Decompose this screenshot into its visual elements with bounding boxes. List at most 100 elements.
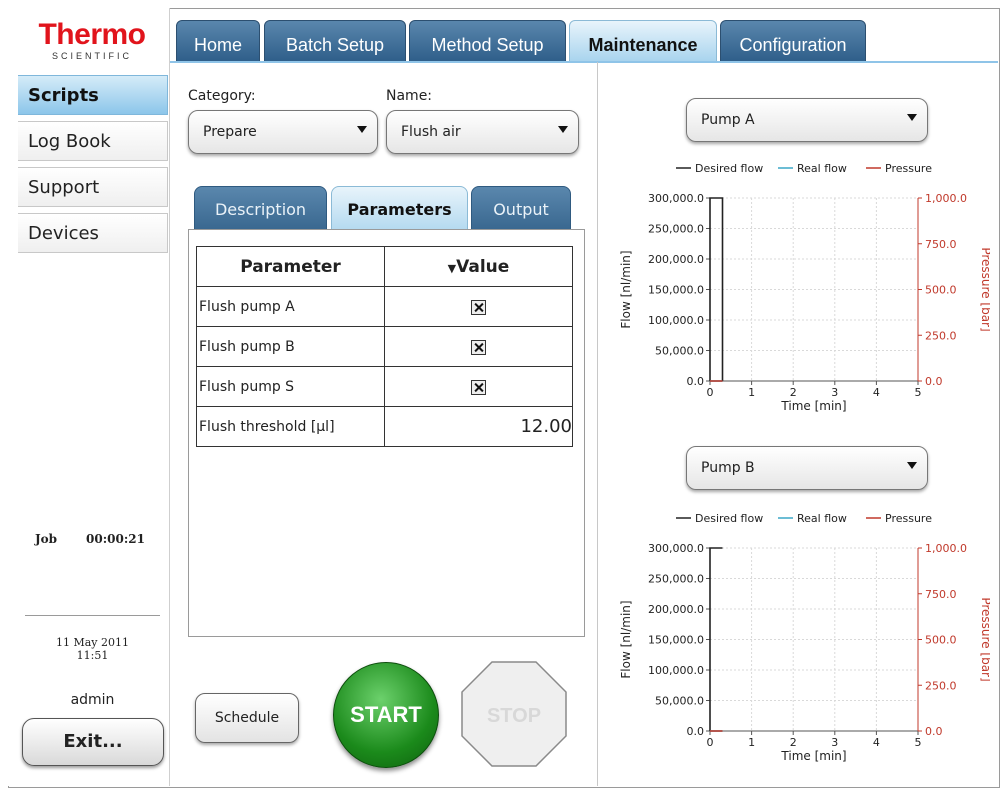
legend-entry: Pressure: [885, 512, 932, 525]
y-tick-label: 100,000.0: [648, 314, 704, 327]
tab-underline: [170, 61, 998, 63]
tab-configuration[interactable]: Configuration: [720, 20, 866, 62]
schedule-button[interactable]: Schedule: [195, 693, 299, 743]
y2-tick-label: 1,000.0: [925, 542, 967, 555]
y2-tick-label: 0.0: [925, 375, 943, 388]
sidebar-divider: [25, 615, 160, 616]
table-header-row: Parameter ▼Value: [196, 246, 573, 287]
sidebar-item-devices[interactable]: Devices: [18, 213, 168, 253]
x-tick-label: 5: [915, 736, 922, 749]
pump-a-chart: Desired flow Real flow Pressure 0.0 50,000.0…: [619, 162, 990, 413]
current-user: admin: [70, 692, 115, 708]
pump-a-select[interactable]: Pump A: [686, 98, 928, 142]
param-value-cell: [384, 366, 573, 407]
table-row: Flush pump S: [196, 366, 573, 407]
x-tick-label: 1: [748, 386, 755, 399]
tab-batch-setup[interactable]: Batch Setup: [264, 20, 406, 62]
flush-pump-a-checkbox[interactable]: [471, 300, 486, 315]
sidebar-item-label: Devices: [28, 223, 99, 244]
legend-entry: Desired flow: [695, 512, 763, 525]
table-row: Flush threshold [µl] 12.00: [196, 406, 573, 447]
x-tick-label: 0: [707, 386, 714, 399]
y-tick-label: 250,000.0: [648, 223, 704, 236]
name-label: Name:: [386, 88, 433, 104]
y2-tick-label: 500.0: [925, 284, 957, 297]
pump-b-select[interactable]: Pump B: [686, 446, 928, 490]
y2-axis-label: Pressure [bar]: [979, 597, 990, 681]
legend-entry: Pressure: [885, 162, 932, 175]
job-timer: 00:00:21: [86, 532, 145, 546]
y-tick-label: 150,000.0: [648, 284, 704, 297]
sidebar-item-support[interactable]: Support: [18, 167, 168, 207]
sidebar-item-log-book[interactable]: Log Book: [18, 121, 168, 161]
brand-subtitle: SCIENTIFIC: [51, 51, 132, 61]
y2-tick-label: 750.0: [925, 588, 957, 601]
column-header-parameter[interactable]: Parameter: [196, 246, 385, 287]
y-tick-label: 250,000.0: [648, 573, 704, 586]
y-tick-label: 300,000.0: [648, 542, 704, 555]
current-time: 11:51: [76, 649, 109, 662]
table-row: Flush pump A: [196, 286, 573, 327]
tab-method-setup[interactable]: Method Setup: [409, 20, 566, 62]
flush-pump-s-checkbox[interactable]: [471, 380, 486, 395]
y2-tick-label: 500.0: [925, 634, 957, 647]
sidebar-item-scripts[interactable]: Scripts: [18, 75, 168, 115]
category-label: Category:: [188, 88, 256, 104]
stop-button[interactable]: STOP: [461, 661, 567, 767]
param-name: Flush pump S: [196, 366, 385, 407]
flush-threshold-input[interactable]: 12.00: [384, 406, 573, 447]
y2-tick-label: 1,000.0: [925, 192, 967, 205]
y-tick-label: 100,000.0: [648, 664, 704, 677]
y-tick-label: 200,000.0: [648, 603, 704, 616]
tab-maintenance[interactable]: Maintenance: [569, 20, 717, 62]
stop-label: STOP: [487, 705, 541, 727]
param-name: Flush pump A: [196, 286, 385, 327]
param-name: Flush threshold [µl]: [196, 406, 385, 447]
param-value-cell: [384, 326, 573, 367]
column-header-value[interactable]: ▼Value: [384, 246, 573, 287]
flush-pump-b-checkbox[interactable]: [471, 340, 486, 355]
legend-entry: Real flow: [797, 162, 847, 175]
sort-down-icon: ▼: [447, 261, 457, 275]
x-tick-label: 5: [915, 386, 922, 399]
y-tick-label: 50,000.0: [655, 695, 704, 708]
chevron-down-icon: [558, 126, 568, 133]
brand-logo: Thermo SCIENTIFIC: [22, 20, 162, 72]
param-value-cell: [384, 286, 573, 327]
y2-tick-label: 250.0: [925, 679, 957, 692]
start-button[interactable]: START: [333, 662, 439, 768]
tab-parameters[interactable]: Parameters: [331, 186, 468, 230]
exit-button[interactable]: Exit...: [22, 718, 164, 766]
name-select[interactable]: Flush air: [386, 110, 579, 154]
x-tick-label: 2: [790, 386, 797, 399]
chevron-down-icon: [907, 462, 917, 469]
param-name: Flush pump B: [196, 326, 385, 367]
date-time: 11 May 2011 11:51: [25, 636, 160, 662]
tab-home[interactable]: Home: [176, 20, 260, 62]
legend-entry: Real flow: [797, 512, 847, 525]
tab-output[interactable]: Output: [471, 186, 571, 230]
tab-description[interactable]: Description: [194, 186, 327, 230]
chevron-down-icon: [357, 126, 367, 133]
current-date: 11 May 2011: [55, 636, 130, 649]
sidebar-item-label: Log Book: [28, 131, 111, 152]
x-tick-label: 4: [873, 736, 880, 749]
pump-a-select-value: Pump A: [701, 112, 755, 128]
x-tick-label: 0: [707, 736, 714, 749]
y2-axis-label: Pressure [bar]: [979, 247, 990, 331]
legend-entry: Desired flow: [695, 162, 763, 175]
y2-tick-label: 750.0: [925, 238, 957, 251]
parameters-table: Parameter ▼Value Flush pump A Flush pump…: [196, 246, 573, 447]
y2-tick-label: 0.0: [925, 725, 943, 738]
y-tick-label: 200,000.0: [648, 253, 704, 266]
x-tick-label: 2: [790, 736, 797, 749]
pump-b-select-value: Pump B: [701, 460, 755, 476]
category-select[interactable]: Prepare: [188, 110, 378, 154]
table-row: Flush pump B: [196, 326, 573, 367]
x-axis-label: Time [min]: [780, 749, 846, 763]
pump-b-chart: Desired flow Real flow Pressure 0.0 50,000.0…: [619, 512, 990, 763]
y-axis-label: Flow [nl/min]: [619, 600, 633, 678]
y-tick-label: 50,000.0: [655, 345, 704, 358]
name-value: Flush air: [401, 124, 461, 140]
panel-divider: [597, 62, 598, 786]
